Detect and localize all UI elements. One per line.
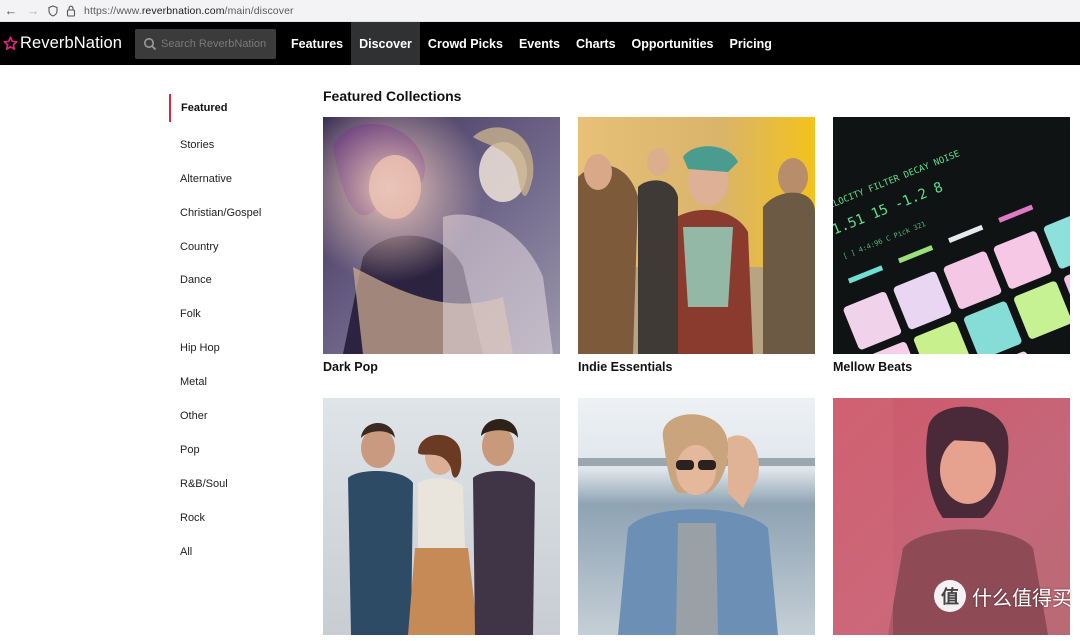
sidebar-item-featured[interactable]: Featured: [169, 94, 299, 122]
nav-charts[interactable]: Charts: [568, 22, 624, 65]
forward-arrow-icon[interactable]: →: [22, 0, 44, 22]
collection-image-dark-pop[interactable]: [323, 117, 560, 354]
collection-image[interactable]: [578, 398, 815, 635]
nav-features[interactable]: Features: [283, 22, 351, 65]
section-title: Featured Collections: [323, 88, 461, 104]
lock-icon[interactable]: [62, 0, 80, 22]
collection-card[interactable]: [323, 398, 560, 641]
collection-card-mellow-beats[interactable]: VELOCITY FILTER DECAY NOISE 1.51 15 -1.2…: [833, 117, 1070, 374]
url-path: /main/discover: [225, 5, 294, 17]
nav-events[interactable]: Events: [511, 22, 568, 65]
sidebar-item-dance[interactable]: Dance: [169, 263, 299, 297]
watermark-overlay: 值 什么值得买: [934, 580, 1072, 612]
nav-pricing[interactable]: Pricing: [722, 22, 780, 65]
collection-card[interactable]: [578, 398, 815, 641]
search-icon: [143, 37, 157, 51]
site-header: ReverbNation FeaturesDiscoverCrowd Picks…: [0, 22, 1080, 65]
collection-title[interactable]: Mellow Beats: [833, 360, 1070, 374]
collection-image-indie-essentials[interactable]: [578, 117, 815, 354]
sidebar-item-r-b-soul[interactable]: R&B/Soul: [169, 467, 299, 501]
site-logo[interactable]: ReverbNation: [3, 34, 133, 53]
main-nav: FeaturesDiscoverCrowd PicksEventsChartsO…: [283, 22, 780, 65]
sidebar-item-country[interactable]: Country: [169, 230, 299, 264]
sidebar-item-pop[interactable]: Pop: [169, 433, 299, 467]
search-input[interactable]: [161, 38, 271, 50]
address-bar[interactable]: https://www.reverbnation.com/main/discov…: [84, 5, 294, 17]
sidebar-item-metal[interactable]: Metal: [169, 365, 299, 399]
sidebar-item-christian-gospel[interactable]: Christian/Gospel: [169, 196, 299, 230]
sidebar-item-stories[interactable]: Stories: [169, 128, 299, 162]
sidebar-item-all[interactable]: All: [169, 535, 299, 569]
sidebar-item-hip-hop[interactable]: Hip Hop: [169, 331, 299, 365]
nav-discover[interactable]: Discover: [351, 22, 420, 65]
collection-image-mellow-beats[interactable]: VELOCITY FILTER DECAY NOISE 1.51 15 -1.2…: [833, 117, 1070, 354]
watermark-logo-icon: 值: [934, 580, 966, 612]
star-logo-icon: [3, 36, 18, 51]
genre-sidebar: Featured StoriesAlternativeChristian/Gosp…: [169, 94, 299, 568]
shield-icon[interactable]: [44, 0, 62, 22]
sidebar-item-alternative[interactable]: Alternative: [169, 162, 299, 196]
browser-toolbar: ← → https://www.reverbnation.com/main/di…: [0, 0, 1080, 22]
sidebar-item-folk[interactable]: Folk: [169, 297, 299, 331]
sidebar-item-rock[interactable]: Rock: [169, 501, 299, 535]
sidebar-item-other[interactable]: Other: [169, 399, 299, 433]
back-arrow-icon[interactable]: ←: [0, 0, 22, 22]
url-scheme: https://www.: [84, 5, 142, 17]
collection-title[interactable]: Dark Pop: [323, 360, 560, 374]
collection-card-dark-pop[interactable]: Dark Pop: [323, 117, 560, 374]
collection-title[interactable]: Indie Essentials: [578, 360, 815, 374]
search-box[interactable]: [135, 29, 276, 59]
logo-text: ReverbNation: [20, 34, 122, 53]
nav-crowd-picks[interactable]: Crowd Picks: [420, 22, 511, 65]
nav-opportunities[interactable]: Opportunities: [624, 22, 722, 65]
collection-image[interactable]: [323, 398, 560, 635]
collection-card-indie-essentials[interactable]: Indie Essentials: [578, 117, 815, 374]
url-host: reverbnation.com: [142, 5, 225, 17]
watermark-text: 什么值得买: [972, 582, 1072, 611]
